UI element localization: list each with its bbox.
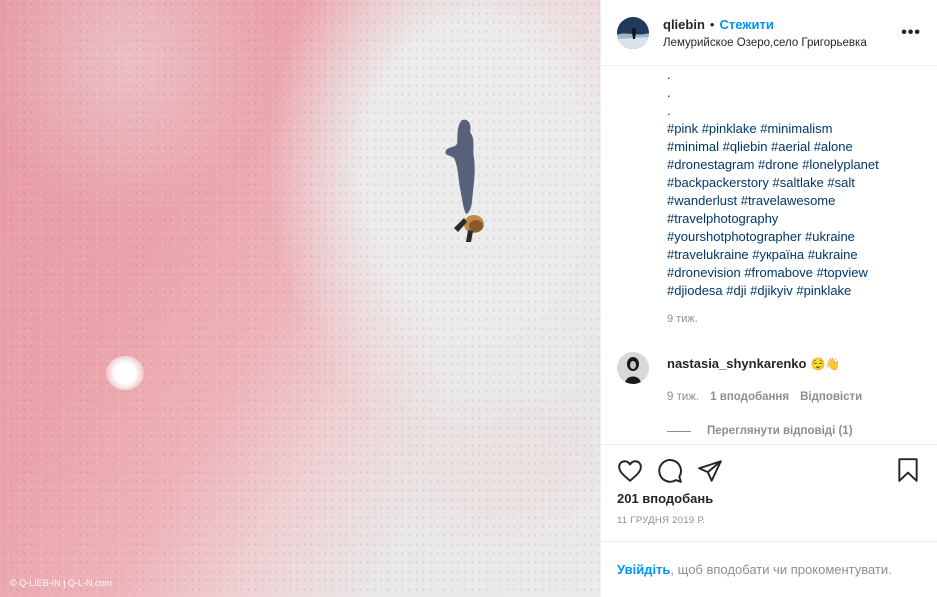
- action-icons: [617, 455, 921, 487]
- post-photo[interactable]: © Q-LIEB-IN | Q-L-N.com: [0, 0, 600, 597]
- comment-item: nastasia_shynkarenko 😌👋 9 тиж. 1 вподобан…: [617, 352, 921, 437]
- comment-meta: 9 тиж. 1 вподобання Відповісти: [667, 391, 921, 403]
- hashtag-line[interactable]: #backpackerstory #saltlake #salt: [667, 174, 921, 192]
- commenter-avatar-image: [617, 352, 649, 384]
- hashtag-line[interactable]: #travelphotography: [667, 210, 921, 228]
- photo-watermark: © Q-LIEB-IN | Q-L-N.com: [10, 578, 112, 588]
- commenter-avatar[interactable]: [617, 352, 649, 384]
- post-side-panel: qliebin • Стежити Лемурийское Озеро,село…: [600, 0, 937, 597]
- view-replies-label: Переглянути відповіді (1): [707, 425, 853, 437]
- comment-icon[interactable]: [657, 458, 683, 484]
- login-prompt: Увійдіть, щоб вподобати чи прокоментуват…: [601, 541, 937, 597]
- more-options-icon[interactable]: •••: [901, 24, 921, 42]
- author-avatar[interactable]: [617, 16, 649, 49]
- view-replies-button[interactable]: Переглянути відповіді (1): [667, 425, 921, 437]
- separator-dot: •: [709, 16, 715, 32]
- caption-dot: .: [667, 67, 671, 82]
- hashtag-line[interactable]: #djiodesa #dji #djikyiv #pinklake: [667, 282, 921, 300]
- hashtag-line[interactable]: #dronestagram #drone #lonelyplanet: [667, 156, 921, 174]
- author-avatar-image: [617, 16, 649, 49]
- hashtag-line[interactable]: #yourshotphotographer #ukraine: [667, 228, 921, 246]
- likes-count[interactable]: 201 вподобань: [617, 491, 921, 506]
- caption-dots: . . .: [667, 66, 921, 120]
- replies-line: [667, 430, 691, 432]
- post-date[interactable]: 11 ГРУДНЯ 2019 Р.: [617, 515, 921, 526]
- instagram-post: © Q-LIEB-IN | Q-L-N.com qliebin • Стежит…: [0, 0, 937, 597]
- hashtag-line[interactable]: #pink #pinklake #minimalism: [667, 120, 921, 138]
- caption-time-ago[interactable]: 9 тиж.: [667, 313, 921, 325]
- share-icon[interactable]: [697, 458, 723, 484]
- hashtag-line[interactable]: #wanderlust #travelawesome: [667, 192, 921, 210]
- comment-time-ago[interactable]: 9 тиж.: [667, 391, 699, 403]
- header-text: qliebin • Стежити Лемурийское Озеро,село…: [663, 17, 867, 49]
- follow-button[interactable]: Стежити: [719, 17, 773, 32]
- location-link[interactable]: Лемурийское Озеро,село Григорьевка: [663, 37, 867, 49]
- action-bar: 201 вподобань 11 ГРУДНЯ 2019 Р.: [601, 444, 937, 541]
- post-header: qliebin • Стежити Лемурийское Озеро,село…: [601, 0, 937, 66]
- author-username[interactable]: qliebin: [663, 17, 705, 32]
- caption-dot: .: [667, 85, 671, 100]
- comments-section: . . . #pink #pinklake #minimalism #minim…: [601, 66, 937, 444]
- hashtag-line[interactable]: #dronevision #fromabove #topview: [667, 264, 921, 282]
- caption-dot: .: [667, 103, 671, 118]
- comment-text: 😌👋: [810, 357, 841, 371]
- login-prompt-text: , щоб вподобати чи прокоментувати.: [670, 562, 892, 577]
- hashtag-line[interactable]: #minimal #qliebin #aerial #alone: [667, 138, 921, 156]
- caption-hashtags: #pink #pinklake #minimalism #minimal #ql…: [667, 120, 921, 300]
- heart-icon[interactable]: [617, 458, 643, 484]
- commenter-username[interactable]: nastasia_shynkarenko: [667, 356, 806, 371]
- bookmark-icon[interactable]: [895, 457, 921, 483]
- hashtag-line[interactable]: #travelukraine #україна #ukraine: [667, 246, 921, 264]
- person-shadow-figure: [445, 119, 484, 242]
- reply-button[interactable]: Відповісти: [800, 391, 862, 403]
- comment-likes[interactable]: 1 вподобання: [710, 391, 789, 403]
- author-line: qliebin • Стежити: [663, 17, 867, 32]
- salt-spot: [106, 356, 144, 390]
- salt-texture: [0, 0, 600, 597]
- login-link[interactable]: Увійдіть: [617, 562, 670, 577]
